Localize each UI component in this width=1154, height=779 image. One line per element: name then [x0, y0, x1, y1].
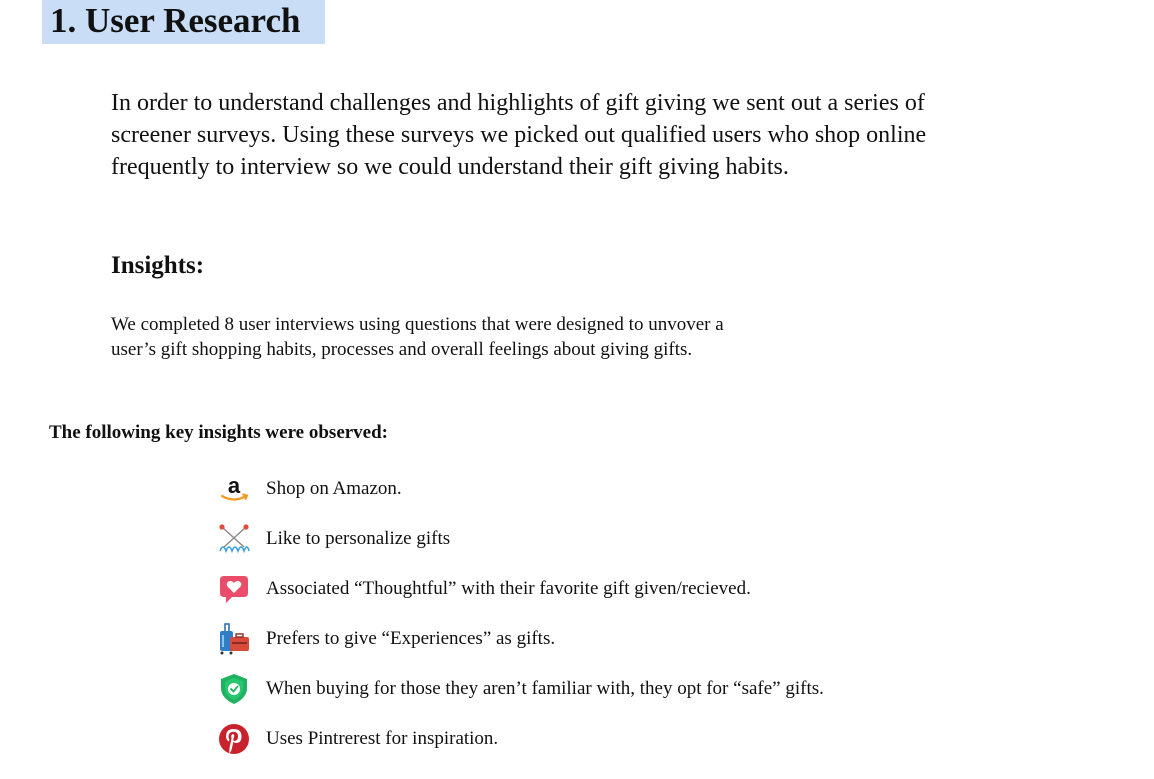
- intro-paragraph: In order to understand challenges and hi…: [111, 90, 927, 180]
- pinterest-logo-icon: [218, 723, 250, 755]
- list-item-safe-gifts: When buying for those they aren’t famili…: [218, 664, 824, 714]
- insight-text: Associated “Thoughtful” with their favor…: [266, 578, 751, 599]
- insight-text: Shop on Amazon.: [266, 478, 402, 499]
- green-shield-icon: [218, 673, 250, 705]
- insights-heading: Insights:: [111, 252, 205, 279]
- list-item-pinterest: Uses Pintrerest for inspiration.: [218, 714, 824, 764]
- insight-text: Like to personalize gifts: [266, 528, 451, 549]
- list-item-experiences: Prefers to give “Experiences” as gifts.: [218, 614, 824, 664]
- list-item-personalize: Like to personalize gifts: [218, 514, 824, 564]
- insight-text: Uses Pintrerest for inspiration.: [266, 728, 499, 749]
- amazon-logo-icon: a: [218, 473, 250, 505]
- insight-list: a Shop on Amazon. Like to personalize gi…: [218, 464, 824, 764]
- key-insights-heading: The following key insights were observed…: [49, 422, 389, 443]
- list-item-amazon: a Shop on Amazon.: [218, 464, 824, 514]
- insight-text: When buying for those they aren’t famili…: [266, 678, 824, 699]
- list-item-thoughtful: Associated “Thoughtful” with their favor…: [218, 564, 824, 614]
- luggage-icon: [218, 623, 250, 655]
- page-title: 1. User Research: [42, 0, 325, 44]
- svg-text:a: a: [228, 473, 241, 498]
- heart-speech-bubble-icon: [218, 573, 250, 605]
- insight-text: Prefers to give “Experiences” as gifts.: [266, 628, 556, 649]
- personalize-pins-icon: [218, 523, 250, 555]
- interviews-paragraph: We completed 8 user interviews using que…: [111, 314, 724, 360]
